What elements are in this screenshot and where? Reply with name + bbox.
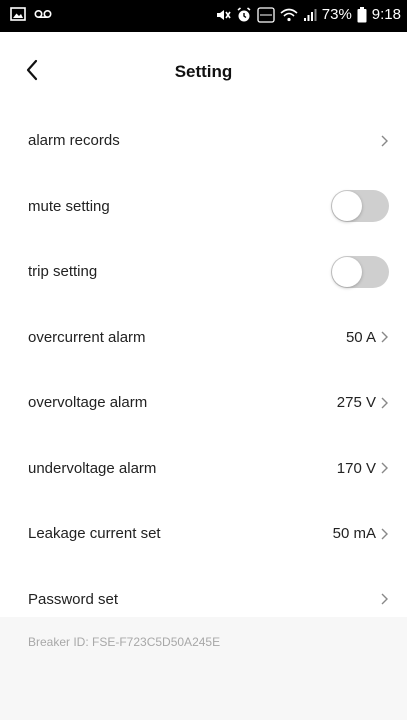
mute-setting-toggle[interactable] bbox=[331, 190, 389, 223]
breaker-id: Breaker ID: FSE-F723C5D50A245E bbox=[28, 635, 221, 649]
battery-percent: 73% bbox=[321, 6, 352, 23]
wifi-icon bbox=[280, 8, 298, 22]
alarm-records-label: alarm records bbox=[28, 132, 120, 150]
leakage-current-value: 50 mA bbox=[332, 525, 376, 543]
chevron-right-icon bbox=[380, 527, 389, 541]
trip-setting-label: trip setting bbox=[28, 263, 98, 281]
trip-setting-row: trip setting bbox=[0, 239, 407, 305]
overcurrent-alarm-value: 50 A bbox=[345, 328, 376, 346]
mute-icon bbox=[215, 7, 231, 23]
password-set-label: Password set bbox=[28, 590, 119, 608]
overvoltage-alarm-label: overvoltage alarm bbox=[28, 394, 148, 412]
chevron-right-icon bbox=[380, 396, 389, 410]
settings-list: alarm records mute setting trip setting … bbox=[0, 108, 407, 632]
overvoltage-alarm-row[interactable]: overvoltage alarm 275 V bbox=[0, 370, 407, 436]
clock: 9:18 bbox=[371, 6, 401, 23]
alarm-icon bbox=[236, 6, 252, 23]
voicemail-icon bbox=[34, 9, 52, 19]
image-icon bbox=[10, 7, 26, 21]
mute-setting-label: mute setting bbox=[28, 197, 110, 215]
status-bar: 73% 9:18 bbox=[0, 0, 407, 32]
overcurrent-alarm-row[interactable]: overcurrent alarm 50 A bbox=[0, 305, 407, 371]
chevron-right-icon bbox=[380, 461, 389, 475]
undervoltage-alarm-row[interactable]: undervoltage alarm 170 V bbox=[0, 436, 407, 502]
battery-icon bbox=[357, 6, 367, 23]
signal-icon bbox=[303, 8, 317, 22]
mute-setting-row: mute setting bbox=[0, 174, 407, 240]
footer: Breaker ID: FSE-F723C5D50A245E bbox=[0, 617, 407, 720]
leakage-current-label: Leakage current set bbox=[28, 525, 161, 543]
header: Setting bbox=[0, 32, 407, 108]
status-bar-right: 73% 9:18 bbox=[215, 6, 401, 23]
chevron-right-icon bbox=[380, 592, 389, 606]
page-title: Setting bbox=[174, 62, 233, 81]
undervoltage-alarm-label: undervoltage alarm bbox=[28, 459, 157, 477]
leakage-current-row[interactable]: Leakage current set 50 mA bbox=[0, 501, 407, 567]
toggle-knob bbox=[332, 256, 362, 287]
overvoltage-alarm-value: 275 V bbox=[336, 394, 376, 412]
status-bar-left bbox=[10, 7, 52, 21]
trip-setting-toggle[interactable] bbox=[331, 255, 389, 288]
alarm-records-row[interactable]: alarm records bbox=[0, 108, 407, 174]
chevron-right-icon bbox=[380, 330, 389, 344]
toggle-knob bbox=[332, 191, 362, 222]
chevron-right-icon bbox=[380, 134, 389, 148]
undervoltage-alarm-value: 170 V bbox=[336, 459, 376, 477]
overcurrent-alarm-label: overcurrent alarm bbox=[28, 328, 146, 346]
volte-icon bbox=[257, 6, 275, 23]
